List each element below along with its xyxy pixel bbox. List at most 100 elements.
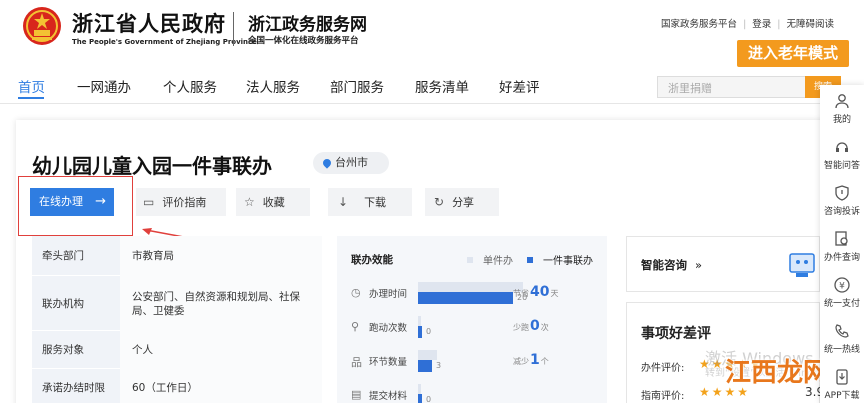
consult-title: 智能咨询 » <box>641 257 702 273</box>
search-doc-icon <box>835 231 848 246</box>
saving-prefix: 节省 <box>513 289 529 298</box>
joint-bar <box>418 360 432 372</box>
nav-department[interactable]: 部门服务 <box>330 76 384 96</box>
city-label: 台州市 <box>335 156 368 169</box>
service-subtitle: 全国一体化在线政务服务平台 <box>248 36 359 46</box>
saving-value: 0 <box>530 318 540 334</box>
info-key: 联办机构 <box>32 276 120 330</box>
legend-single: 单件办 <box>467 252 513 267</box>
info-row: 牵头部门 市教育局 <box>32 236 322 276</box>
info-row: 联办机构 公安部门、自然资源和规划局、社保局、卫健委 <box>32 276 322 331</box>
info-value: 60（工作日） <box>120 369 322 403</box>
single-bar <box>418 282 523 292</box>
efficiency-row: ◷ 办理时间 20 节省40天 <box>351 282 601 308</box>
comment-icon: ▭ <box>143 195 155 209</box>
location-pin-icon <box>321 157 333 169</box>
headset-icon <box>836 142 848 152</box>
sidebar-label: 统一支付 <box>823 299 860 309</box>
legend-joint-label: 一件事联办 <box>543 256 593 267</box>
saving-text: 少跑0次 <box>513 318 549 334</box>
share-label: 分享 <box>452 196 475 209</box>
info-key: 承诺办结时限 <box>32 369 120 403</box>
efficiency-label: 环节数量 <box>369 357 408 368</box>
chevron-right-icon: » <box>695 258 703 272</box>
nav-legal-person[interactable]: 法人服务 <box>246 76 300 96</box>
svg-text:¥: ¥ <box>839 282 845 292</box>
saving-unit: 个 <box>540 357 549 366</box>
review-row-case: 办件评价: <box>641 363 685 374</box>
joint-bar <box>418 292 513 304</box>
gov-name-en: The People's Government of Zhejiang Prov… <box>72 38 257 46</box>
efficiency-label: 跑动次数 <box>369 323 408 334</box>
info-key: 牵头部门 <box>32 236 120 275</box>
legend-single-label: 单件办 <box>483 256 513 267</box>
joint-value: 0 <box>426 395 432 403</box>
info-row: 服务对象 个人 <box>32 331 322 369</box>
sidebar-item-complaint[interactable]: 咨询投诉 <box>820 179 864 225</box>
info-value: 市教育局 <box>120 236 322 276</box>
sidebar-item-app[interactable]: APP下载 <box>820 363 864 403</box>
single-bar <box>418 350 437 360</box>
saving-prefix: 减少 <box>513 357 529 366</box>
nav-service-list[interactable]: 服务清单 <box>415 76 469 96</box>
smart-consult-panel[interactable]: 智能咨询 » <box>626 236 820 292</box>
download-arrow-icon: ↓ <box>338 195 349 209</box>
legend-swatch <box>527 257 533 263</box>
user-icon <box>835 94 849 109</box>
sidebar-label: 智能问答 <box>823 161 860 171</box>
page: 浙江省人民政府 The People's Government of Zheji… <box>0 0 864 403</box>
joint-bar <box>418 394 422 403</box>
materials-icon: ▤ <box>351 388 362 401</box>
info-key: 服务对象 <box>32 331 120 368</box>
site-watermark-logo: 江西龙网 <box>725 358 830 388</box>
favorite-button[interactable]: ☆ 收藏 <box>236 188 310 216</box>
search-input[interactable]: 浙里捐赠 <box>657 76 807 98</box>
national-emblem-icon[interactable] <box>22 6 62 48</box>
top-links: 国家政务服务平台 | 登录 | 无障碍阅读 <box>661 19 834 30</box>
nav-one-network[interactable]: 一网通办 <box>77 76 131 96</box>
nav-home[interactable]: 首页 <box>18 76 45 96</box>
legend-joint: 一件事联办 <box>527 252 593 267</box>
efficiency-panel: 联办效能 单件办 一件事联办 ◷ 办理时间 20 节省40天 ⚲ 跑动次数 0 少跑0次品环节… <box>337 236 607 403</box>
download-icon <box>836 369 848 385</box>
efficiency-bar-track: 0 <box>418 384 523 403</box>
robot-icon <box>789 253 815 277</box>
sidebar-label: 统一热线 <box>823 345 860 355</box>
share-button[interactable]: ↻ 分享 <box>425 188 499 216</box>
efficiency-bar-track: 0 <box>418 316 523 344</box>
nav-active-indicator <box>18 97 44 99</box>
star-icon: ☆ <box>244 195 255 209</box>
download-label: 下载 <box>364 196 387 209</box>
sidebar-item-qa[interactable]: 智能问答 <box>820 133 864 179</box>
header-divider <box>233 12 234 46</box>
efficiency-row: ▤ 提交材料 0 <box>351 384 601 403</box>
service-name[interactable]: 浙江政务服务网 <box>248 10 367 35</box>
sidebar-item-case-query[interactable]: 办件查询 <box>820 225 864 271</box>
single-bar <box>418 384 421 394</box>
phone-icon <box>835 324 849 338</box>
guide-label: 评价指南 <box>162 196 207 209</box>
login-link[interactable]: 登录 <box>752 19 771 30</box>
yen-icon: ¥ <box>834 277 850 293</box>
header: 浙江省人民政府 The People's Government of Zheji… <box>0 0 864 67</box>
elder-mode-button[interactable]: 进入老年模式 <box>737 40 849 67</box>
guide-button[interactable]: ▭ 评价指南 <box>136 188 226 216</box>
download-button[interactable]: ↓ 下载 <box>328 188 412 216</box>
nav-review[interactable]: 好差评 <box>499 76 540 96</box>
saving-value: 40 <box>530 284 550 300</box>
saving-unit: 天 <box>550 289 559 298</box>
sidebar-item-hotline[interactable]: 统一热线 <box>820 317 864 363</box>
city-tag[interactable]: 台州市 <box>313 152 389 174</box>
saving-unit: 次 <box>540 323 549 332</box>
review-title: 事项好差评 <box>641 326 711 342</box>
nav-personal[interactable]: 个人服务 <box>163 76 217 96</box>
single-bar <box>418 316 421 326</box>
sidebar-item-payment[interactable]: ¥ 统一支付 <box>820 271 864 317</box>
sidebar-item-mine[interactable]: 我的 <box>820 87 864 133</box>
national-platform-link[interactable]: 国家政务服务平台 <box>661 19 737 30</box>
share-icon: ↻ <box>434 195 445 209</box>
side-toolbar: 我的 智能问答 咨询投诉 办件查询 ¥ 统一支付 统一热线 APP下载 <box>820 85 864 403</box>
efficiency-row: 品环节数量 3 减少1个 <box>351 350 601 376</box>
accessibility-link[interactable]: 无障碍阅读 <box>786 19 834 30</box>
sidebar-label: APP下载 <box>824 391 860 401</box>
